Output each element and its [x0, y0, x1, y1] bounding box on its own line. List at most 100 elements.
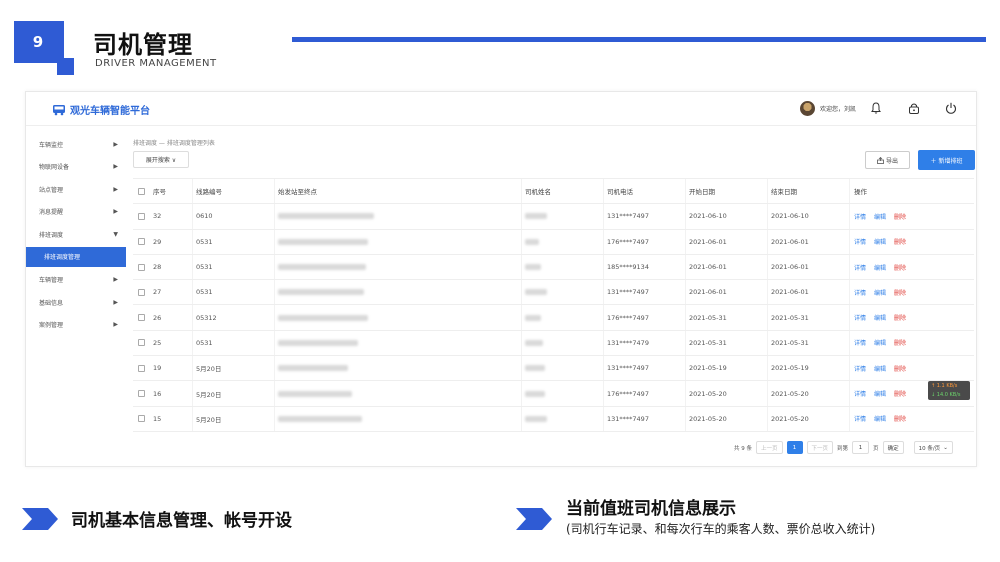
redacted-text	[278, 339, 358, 346]
cell-stops	[275, 254, 522, 280]
detail-link[interactable]: 详情	[854, 288, 866, 297]
row-checkbox[interactable]	[133, 415, 150, 423]
edit-link[interactable]: 编辑	[874, 288, 886, 297]
cell-route: 0610	[193, 204, 275, 229]
row-checkbox[interactable]	[133, 288, 150, 296]
edit-link[interactable]: 编辑	[874, 237, 886, 246]
page-input[interactable]: 1	[852, 441, 870, 454]
user-menu[interactable]: 欢迎您，刘凯	[799, 101, 856, 116]
sidebar-item-scheduling[interactable]: 排班调度 ▼	[26, 223, 126, 246]
add-schedule-button[interactable]: ＋ 新增排班	[918, 150, 975, 170]
slide-number-block: 9	[14, 21, 64, 63]
goto-confirm-button[interactable]: 确定	[882, 441, 904, 454]
sidebar-item-messages[interactable]: 消息提醒 ▶	[26, 201, 126, 224]
delete-link[interactable]: 删除	[894, 212, 906, 221]
sidebar-item-label: 排班调度	[39, 231, 64, 239]
sidebar-item-cases[interactable]: 案例管理 ▶	[26, 314, 126, 337]
expand-search-button[interactable]: 展开搜索 ∨	[133, 151, 189, 168]
delete-link[interactable]: 删除	[894, 313, 906, 322]
cell-route: 5月20日	[193, 406, 275, 431]
delete-link[interactable]: 删除	[894, 237, 906, 246]
detail-link[interactable]: 详情	[854, 237, 866, 246]
detail-link[interactable]: 详情	[854, 212, 866, 221]
detail-link[interactable]: 详情	[854, 364, 866, 373]
brand[interactable]: 观光车辆智能平台	[52, 102, 150, 117]
edit-link[interactable]: 编辑	[874, 313, 886, 322]
col-header-stops: 始发站至终点	[275, 179, 522, 204]
cell-index: 16	[150, 381, 193, 406]
power-icon[interactable]	[944, 101, 958, 115]
cell-end-date: 2021-06-01	[768, 280, 850, 305]
table-row: 16 5月20日 176****7497 2021-05-20 2021-05-20 详情…	[133, 381, 974, 407]
download-speed: ↓ 14.0 KB/s	[931, 391, 961, 398]
edit-link[interactable]: 编辑	[874, 338, 886, 347]
edit-link[interactable]: 编辑	[874, 212, 886, 221]
delete-link[interactable]: 删除	[894, 338, 906, 347]
cell-driver-phone: 176****7497	[604, 381, 686, 406]
redacted-text	[525, 390, 545, 397]
cell-index: 19	[150, 356, 193, 381]
cell-stops	[275, 204, 522, 229]
cell-actions: 详情 编辑 删除	[850, 356, 970, 380]
row-checkbox[interactable]	[133, 364, 150, 372]
row-checkbox[interactable]	[133, 314, 150, 322]
row-checkbox[interactable]	[133, 390, 150, 398]
app-window: 观光车辆智能平台 欢迎您，刘凯 车辆监控 ▶ 物联网设备 ▶ 站点管理 ▶ 消息…	[25, 91, 977, 467]
row-checkbox[interactable]	[133, 339, 150, 347]
cell-end-date: 2021-05-31	[768, 305, 850, 330]
sidebar-item-vehicles[interactable]: 车辆管理 ▶	[26, 269, 126, 292]
row-checkbox[interactable]	[133, 238, 150, 246]
upload-speed: ↑ 1.1 KB/s	[931, 383, 958, 389]
next-page-button[interactable]: 下一页	[806, 441, 834, 454]
page-size-select[interactable]: 10 条/页 ⌄	[913, 441, 953, 454]
chevron-down-icon: ⌄	[943, 444, 948, 451]
cell-start-date: 2021-06-01	[686, 280, 768, 305]
detail-link[interactable]: 详情	[854, 389, 866, 398]
delete-link[interactable]: 删除	[894, 263, 906, 272]
lock-icon[interactable]	[907, 101, 921, 115]
cell-start-date: 2021-06-01	[686, 254, 768, 280]
sidebar-subitem-schedule-management[interactable]: 排班调度管理	[26, 246, 126, 267]
delete-link[interactable]: 删除	[894, 364, 906, 373]
sidebar-item-vehicle-monitor[interactable]: 车辆监控 ▶	[26, 133, 126, 156]
bell-icon[interactable]	[869, 101, 883, 115]
detail-link[interactable]: 详情	[854, 338, 866, 347]
export-button[interactable]: 导出	[865, 151, 910, 169]
cell-actions: 详情 编辑 删除	[850, 255, 970, 279]
edit-link[interactable]: 编辑	[874, 389, 886, 398]
delete-link[interactable]: 删除	[894, 389, 906, 398]
page-unit-label: 页	[873, 445, 879, 452]
sidebar-item-basic-info[interactable]: 基础信息 ▶	[26, 291, 126, 314]
col-header-driver-phone: 司机电话	[604, 179, 686, 204]
app-topbar: 观光车辆智能平台 欢迎您，刘凯	[26, 92, 976, 126]
edit-link[interactable]: 编辑	[874, 364, 886, 373]
sidebar-item-iot-devices[interactable]: 物联网设备 ▶	[26, 156, 126, 179]
row-checkbox[interactable]	[133, 212, 150, 220]
cell-actions: 详情 编辑 删除	[850, 280, 970, 304]
select-all-checkbox[interactable]	[133, 187, 150, 195]
table-row: 26 05312 176****7497 2021-05-31 2021-05-31 详情…	[133, 305, 974, 331]
detail-link[interactable]: 详情	[854, 263, 866, 272]
chevron-right-icon	[22, 508, 58, 530]
pagination: 共 9 条 上一页 1 下一页 到第 1 页 确定 10 条/页 ⌄	[734, 441, 953, 454]
sidebar-item-label: 案例管理	[39, 322, 64, 330]
cell-stops	[275, 356, 522, 381]
caret-right-icon: ▶	[113, 163, 118, 171]
delete-link[interactable]: 删除	[894, 414, 906, 423]
detail-link[interactable]: 详情	[854, 313, 866, 322]
row-checkbox[interactable]	[133, 263, 150, 271]
cell-actions: 详情 编辑 删除	[850, 204, 970, 228]
redacted-text	[525, 238, 539, 245]
edit-link[interactable]: 编辑	[874, 263, 886, 272]
edit-link[interactable]: 编辑	[874, 414, 886, 423]
redacted-text	[525, 289, 547, 296]
prev-page-button[interactable]: 上一页	[756, 441, 783, 454]
cell-index: 27	[150, 280, 193, 305]
cell-stops	[275, 381, 522, 406]
page-1-button[interactable]: 1	[786, 441, 803, 454]
user-greeting: 欢迎您，刘凯	[819, 106, 856, 113]
sidebar-item-stations[interactable]: 站点管理 ▶	[26, 178, 126, 201]
detail-link[interactable]: 详情	[854, 414, 866, 423]
cell-start-date: 2021-06-01	[686, 229, 768, 254]
delete-link[interactable]: 删除	[894, 288, 906, 297]
